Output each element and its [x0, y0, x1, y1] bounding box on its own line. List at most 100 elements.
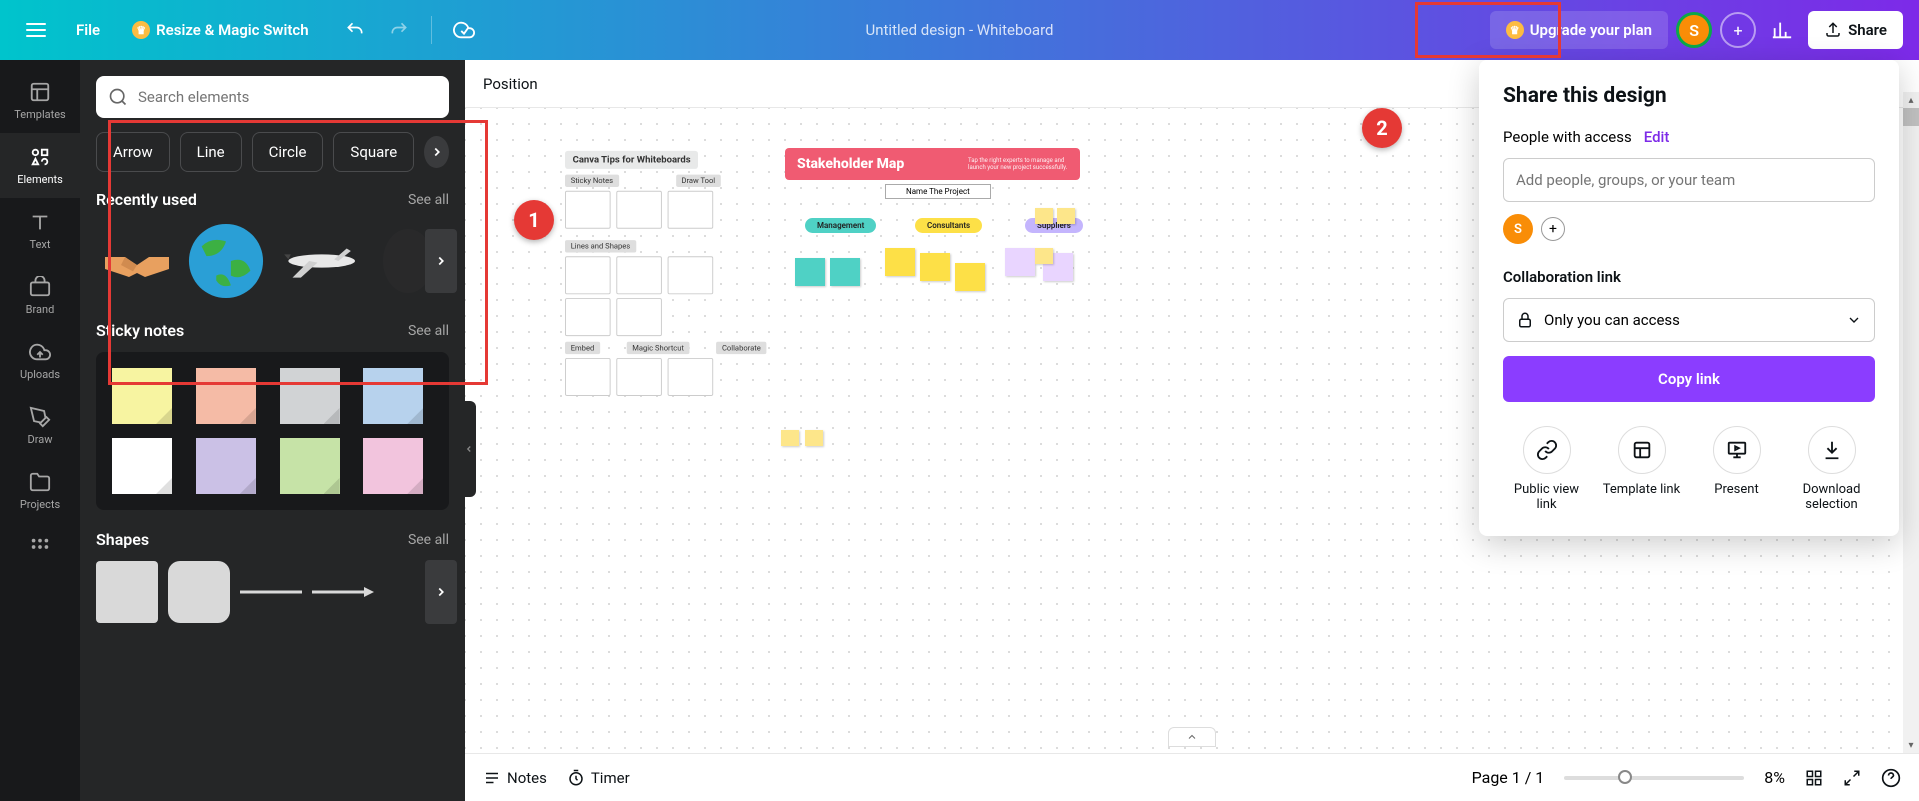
rail-templates[interactable]: Templates	[0, 68, 80, 133]
resize-magic-button[interactable]: ♛ Resize & Magic Switch	[120, 13, 320, 47]
sticky-grid	[96, 352, 449, 510]
loose-sticky[interactable]	[1035, 248, 1053, 264]
rail-projects[interactable]: Projects	[0, 458, 80, 523]
help-button[interactable]	[1881, 768, 1901, 788]
bottom-bar: Notes Timer Page 1 / 1 8%	[465, 753, 1919, 801]
chevron-right-icon	[434, 254, 448, 268]
rail-brand[interactable]: Brand	[0, 263, 80, 328]
edit-access-link[interactable]: Edit	[1644, 128, 1670, 146]
add-person-button[interactable]: +	[1541, 217, 1565, 241]
sticky-peach[interactable]	[196, 368, 256, 424]
stakeholder-map[interactable]: Stakeholder Map Tap the right experts to…	[785, 148, 1080, 180]
chips-next-button[interactable]	[424, 136, 449, 168]
rail-label: Templates	[14, 108, 65, 121]
cloud-sync-icon[interactable]	[446, 12, 482, 48]
grid-icon	[1805, 769, 1823, 787]
recent-next-button[interactable]	[425, 229, 457, 293]
page-nav-up[interactable]	[1168, 727, 1216, 747]
rail-apps[interactable]	[0, 523, 80, 571]
recent-handshake[interactable]	[96, 221, 177, 301]
vertical-scrollbar[interactable]: ▴ ▾	[1903, 108, 1919, 753]
elements-icon	[28, 145, 52, 169]
apps-icon	[28, 535, 52, 559]
collab-label: Collaboration link	[1503, 268, 1875, 286]
loose-sticky[interactable]	[1057, 208, 1075, 224]
chip-square[interactable]: Square	[333, 132, 414, 172]
scroll-up[interactable]: ▴	[1903, 92, 1919, 108]
loose-sticky[interactable]	[1035, 208, 1053, 224]
undo-button[interactable]	[337, 12, 373, 48]
sticky-yellow[interactable]	[112, 368, 172, 424]
recent-airplane[interactable]	[275, 221, 360, 301]
sticky-green[interactable]	[280, 438, 340, 494]
file-menu[interactable]: File	[64, 13, 112, 47]
shape-line[interactable]	[240, 561, 302, 623]
sticky-mini	[1005, 248, 1035, 276]
crown-icon: ♛	[132, 21, 150, 39]
recent-globe[interactable]	[185, 221, 266, 301]
shape-arrow[interactable]	[312, 561, 374, 623]
airplane-icon	[275, 236, 360, 286]
shape-square[interactable]	[96, 561, 158, 623]
design-title-input[interactable]	[810, 21, 1110, 39]
sticky-white[interactable]	[112, 438, 172, 494]
chip-arrow[interactable]: Arrow	[96, 132, 170, 172]
panel-collapse-button[interactable]	[462, 401, 476, 497]
sticky-blue[interactable]	[363, 368, 423, 424]
notes-button[interactable]: Notes	[483, 769, 547, 787]
scroll-down[interactable]: ▾	[1903, 737, 1919, 753]
chevron-up-icon	[1186, 731, 1198, 743]
zoom-slider[interactable]	[1564, 776, 1744, 780]
shapes-see-all[interactable]: See all	[408, 532, 449, 548]
whiteboard-content[interactable]: Canva Tips for Whiteboards Sticky Notes …	[565, 148, 766, 396]
sticky-grey[interactable]	[280, 368, 340, 424]
section-sticky: Sticky Notes	[565, 175, 619, 187]
upgrade-button[interactable]: ♛ Upgrade your plan	[1490, 11, 1668, 49]
present-button[interactable]: Present	[1693, 426, 1780, 512]
analytics-button[interactable]	[1764, 12, 1800, 48]
share-avatar[interactable]: S	[1503, 214, 1533, 244]
add-people-input[interactable]	[1503, 158, 1875, 202]
upgrade-label: Upgrade your plan	[1530, 21, 1652, 39]
user-avatar[interactable]: S	[1676, 12, 1712, 48]
section-magic: Magic Shortcut	[627, 342, 690, 354]
fullscreen-button[interactable]	[1843, 769, 1861, 787]
grid-view-button[interactable]	[1805, 769, 1823, 787]
recent-see-all[interactable]: See all	[408, 192, 449, 208]
sticky-see-all[interactable]: See all	[408, 323, 449, 339]
templates-icon	[28, 80, 52, 104]
chip-line[interactable]: Line	[180, 132, 242, 172]
notes-icon	[483, 769, 501, 787]
rail-elements[interactable]: Elements	[0, 133, 80, 198]
copy-link-button[interactable]: Copy link	[1503, 356, 1875, 402]
zoom-thumb[interactable]	[1618, 770, 1632, 784]
template-link-button[interactable]: Template link	[1598, 426, 1685, 512]
shape-rounded[interactable]	[168, 561, 230, 623]
position-button[interactable]: Position	[483, 75, 538, 93]
rail-text[interactable]: Text	[0, 198, 80, 263]
public-view-link-button[interactable]: Public view link	[1503, 426, 1590, 512]
scroll-thumb[interactable]	[1903, 108, 1919, 126]
redo-button[interactable]	[381, 12, 417, 48]
share-button[interactable]: Share	[1808, 11, 1903, 49]
timer-label: Timer	[591, 769, 630, 787]
rail-uploads[interactable]: Uploads	[0, 328, 80, 393]
timer-button[interactable]: Timer	[567, 769, 630, 787]
brand-icon	[28, 275, 52, 299]
access-level-select[interactable]: Only you can access	[1503, 298, 1875, 342]
chevron-down-icon	[1846, 312, 1862, 328]
search-box[interactable]	[96, 76, 449, 118]
add-member-button[interactable]: +	[1720, 12, 1756, 48]
rail-draw[interactable]: Draw	[0, 393, 80, 458]
search-input[interactable]	[138, 88, 437, 106]
loose-sticky[interactable]	[781, 430, 799, 446]
sticky-purple[interactable]	[196, 438, 256, 494]
chip-circle[interactable]: Circle	[252, 132, 324, 172]
sticky-mini	[885, 248, 915, 276]
shapes-next-button[interactable]	[425, 560, 457, 624]
name-project-box: Name The Project	[885, 184, 991, 199]
download-selection-button[interactable]: Download selection	[1788, 426, 1875, 512]
menu-button[interactable]	[16, 10, 56, 50]
sticky-pink[interactable]	[363, 438, 423, 494]
loose-sticky[interactable]	[805, 430, 823, 446]
